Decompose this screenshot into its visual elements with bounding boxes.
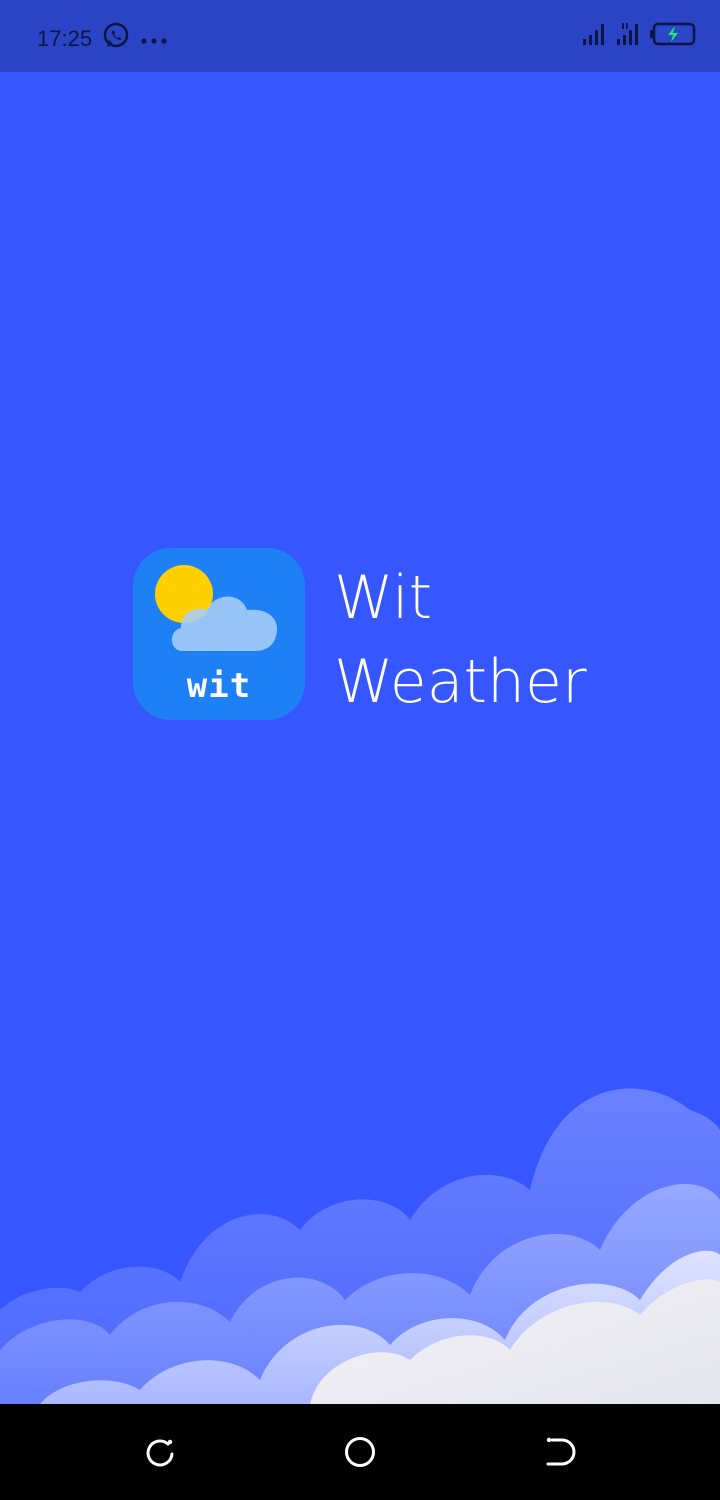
status-bar: 17:25 (0, 0, 720, 72)
signal-icon (582, 22, 608, 51)
back-icon (546, 1437, 576, 1466)
status-left: 17:25 (37, 22, 168, 56)
more-dots-icon (140, 26, 168, 52)
app-name-line1: Wit (334, 563, 433, 633)
app-logo-icon: wit (133, 548, 305, 720)
signal-hd-icon (616, 22, 642, 51)
battery-charging-icon (650, 22, 696, 51)
clouds-illustration (0, 1088, 720, 1404)
status-time: 17:25 (37, 26, 93, 51)
app-name-line2: Weather (334, 647, 587, 717)
app-icon-wordmark: wit (186, 666, 252, 706)
back-button[interactable] (538, 1430, 582, 1474)
navigation-bar (0, 1404, 720, 1500)
recent-apps-icon (146, 1439, 174, 1467)
recent-apps-button[interactable] (138, 1430, 182, 1474)
home-icon (345, 1437, 375, 1467)
app-name: Wit Weather (334, 556, 587, 724)
status-right (582, 22, 696, 51)
whatsapp-icon (102, 22, 130, 56)
home-button[interactable] (338, 1430, 382, 1474)
splash-screen: 17:25 wit Wit Weather (0, 0, 720, 1500)
